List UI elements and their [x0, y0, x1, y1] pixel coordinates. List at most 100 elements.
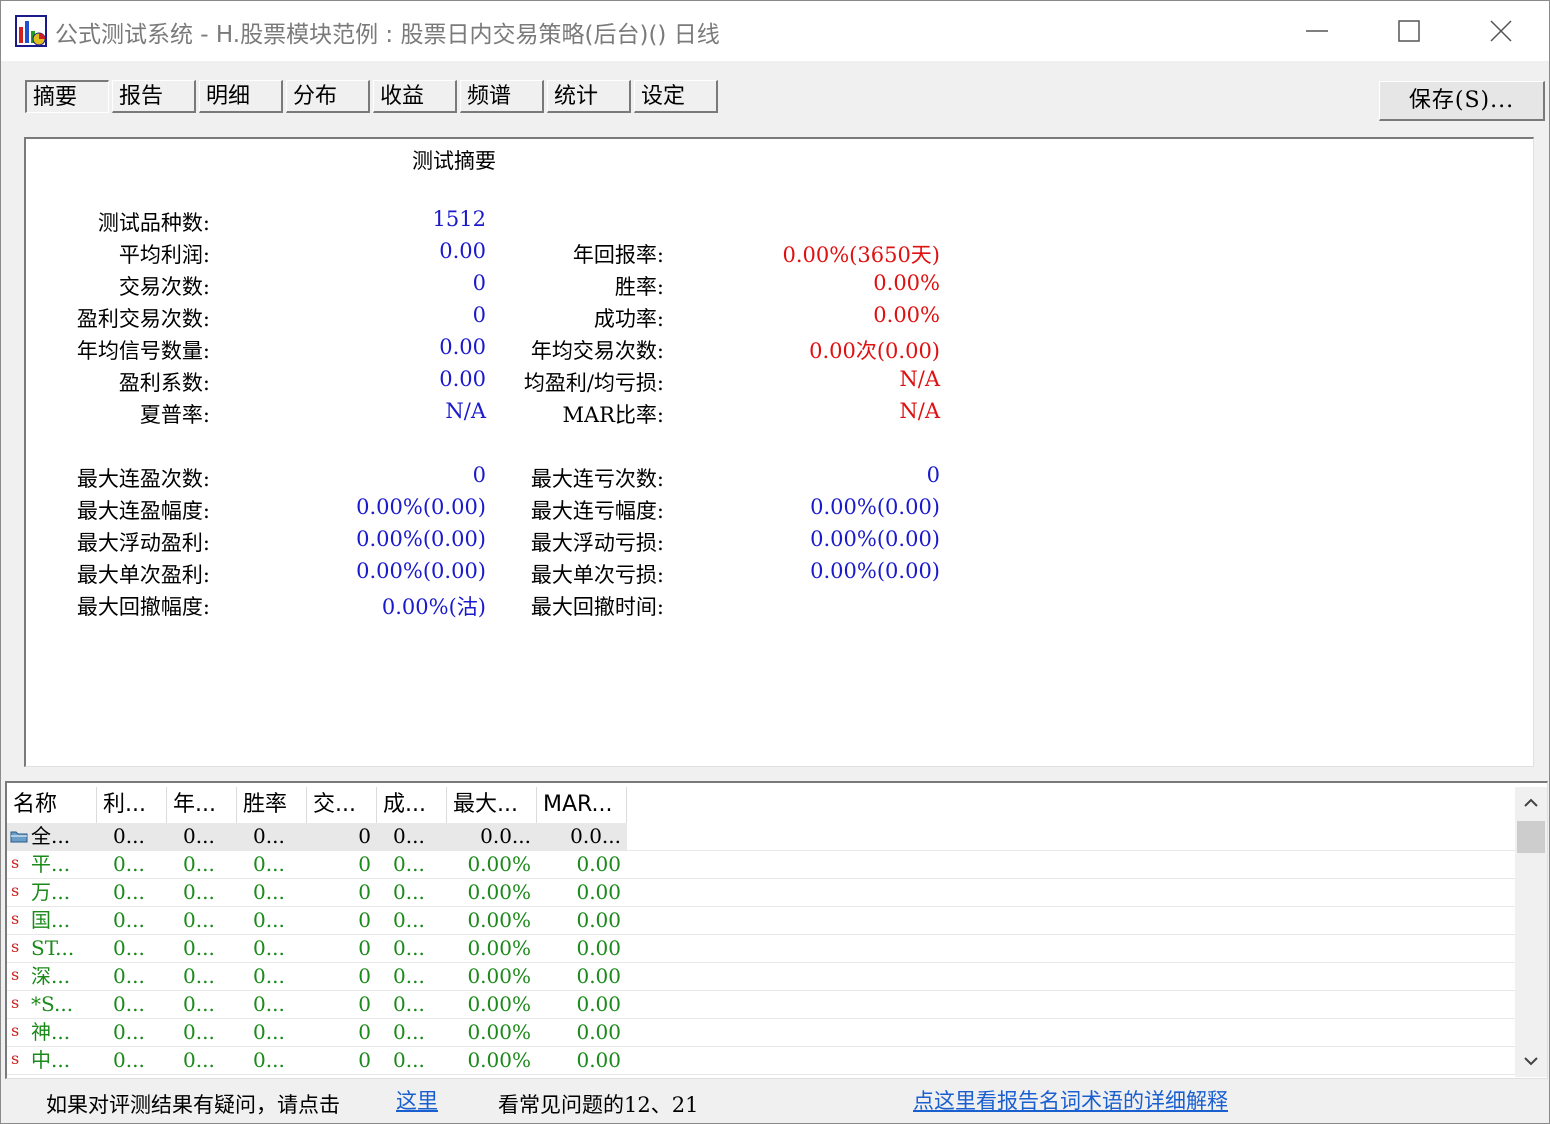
tab-returns[interactable]: 收益: [373, 80, 457, 113]
cell-c7: 0.00: [576, 1020, 621, 1044]
row-cells: s 中... 0... 0... 0... 0 0... 0.00% 0.00: [7, 1047, 627, 1074]
value-max-floating-loss: 0.00%(0.00): [810, 527, 940, 551]
value-max-drawdown: 0.00%(沽): [381, 595, 486, 619]
close-icon: [1490, 20, 1512, 42]
tab-detail[interactable]: 明细: [199, 80, 283, 113]
value-max-win-streak-range: 0.00%(0.00): [356, 495, 486, 519]
cell-c3: 0...: [253, 992, 285, 1016]
cell-c1: 0...: [113, 824, 145, 848]
column-header-mar[interactable]: MAR...: [537, 787, 627, 823]
table-row-total[interactable]: 全... 0... 0... 0... 0 0... 0.0... 0.0...: [7, 823, 1515, 851]
value-max-floating-profit: 0.00%(0.00): [356, 527, 486, 551]
label-sharpe: 夏普率:: [139, 403, 210, 427]
scroll-down-button[interactable]: [1515, 1045, 1547, 1077]
stock-marker-icon: s: [11, 965, 20, 984]
table-row[interactable]: s ST... 0... 0... 0... 0 0... 0.00% 0.00: [7, 935, 1515, 963]
cell-c5: 0...: [393, 1048, 425, 1072]
value-max-single-loss: 0.00%(0.00): [810, 559, 940, 583]
cell-c5: 0...: [393, 824, 425, 848]
cell-name: 国...: [31, 908, 71, 932]
stock-marker-icon: s: [11, 881, 20, 900]
cell-c6: 0.00%: [467, 908, 531, 932]
label-symbol-count: 测试品种数:: [97, 211, 210, 235]
cell-c3: 0...: [253, 908, 285, 932]
value-mar-ratio: N/A: [899, 399, 940, 423]
tab-spectrum[interactable]: 频谱: [460, 80, 544, 113]
value-winning-trades: 0: [472, 303, 486, 327]
cell-c7: 0.00: [576, 1048, 621, 1072]
column-header-win-rate[interactable]: 胜率: [237, 787, 307, 823]
value-sharpe: N/A: [445, 399, 486, 423]
cell-c7: 0.00: [576, 908, 621, 932]
value-max-loss-streak-range: 0.00%(0.00): [810, 495, 940, 519]
save-button[interactable]: 保存(S)...: [1379, 81, 1545, 121]
scroll-thumb[interactable]: [1517, 821, 1545, 853]
summary-heading: 测试摘要: [412, 149, 496, 173]
table-row[interactable]: s 神... 0... 0... 0... 0 0... 0.00% 0.00: [7, 1019, 1515, 1047]
column-header-profit[interactable]: 利...: [97, 787, 167, 823]
window-title: 公式测试系统 - H.股票模块范例 : 股票日内交易策略(后台)() 日线: [55, 22, 720, 48]
value-max-win-streak: 0: [472, 463, 486, 487]
cell-c3: 0...: [253, 936, 285, 960]
footer-faq-text: 看常见问题的12、21: [498, 1093, 699, 1117]
table-row[interactable]: s *S... 0... 0... 0... 0 0... 0.00% 0.00: [7, 991, 1515, 1019]
maximize-button[interactable]: [1363, 1, 1455, 61]
tab-report[interactable]: 报告: [112, 80, 196, 113]
scroll-up-button[interactable]: [1515, 787, 1547, 819]
table-row[interactable]: s 深... 0... 0... 0... 0 0... 0.00% 0.00: [7, 963, 1515, 991]
cell-c2: 0...: [183, 964, 215, 988]
maximize-icon: [1398, 20, 1420, 42]
faq-link[interactable]: 这里: [396, 1085, 438, 1115]
stock-marker-icon: s: [11, 1049, 20, 1068]
cell-c4: 0: [358, 992, 371, 1016]
cell-c3: 0...: [253, 1048, 285, 1072]
cell-c5: 0...: [393, 908, 425, 932]
tab-summary[interactable]: 摘要: [25, 80, 109, 113]
table-header: 名称 利... 年... 胜率 交... 成... 最大... MAR...: [7, 787, 1517, 823]
title-bar[interactable]: 公式测试系统 - H.股票模块范例 : 股票日内交易策略(后台)() 日线: [1, 1, 1549, 61]
cell-c4: 0: [358, 908, 371, 932]
column-header-annual[interactable]: 年...: [167, 787, 237, 823]
minimize-icon: [1306, 30, 1328, 32]
cell-c1: 0...: [113, 1020, 145, 1044]
minimize-button[interactable]: [1271, 1, 1363, 61]
table-row[interactable]: s 万... 0... 0... 0... 0 0... 0.00% 0.00: [7, 879, 1515, 907]
row-cells: 全... 0... 0... 0... 0 0... 0.0... 0.0...: [7, 823, 627, 850]
summary-panel: 测试摘要 测试品种数: 1512 平均利润: 0.00 交易次数: 0 盈利交易…: [24, 137, 1534, 767]
results-table[interactable]: 名称 利... 年... 胜率 交... 成... 最大... MAR... 全…: [5, 781, 1548, 1079]
tab-settings[interactable]: 设定: [634, 80, 718, 113]
stock-marker-icon: s: [11, 993, 20, 1012]
label-max-drawdown: 最大回撤幅度:: [76, 595, 210, 619]
table-row[interactable]: s 国... 0... 0... 0... 0 0... 0.00% 0.00: [7, 907, 1515, 935]
cell-c1: 0...: [113, 908, 145, 932]
tab-statistics[interactable]: 统计: [547, 80, 631, 113]
table-row[interactable]: s 平... 0... 0... 0... 0 0... 0.00% 0.00: [7, 851, 1515, 879]
cell-c4: 0: [358, 824, 371, 848]
cell-c5: 0...: [393, 880, 425, 904]
column-header-trades[interactable]: 交...: [307, 787, 377, 823]
column-header-name[interactable]: 名称: [7, 787, 97, 823]
column-header-max[interactable]: 最大...: [447, 787, 537, 823]
cell-c5: 0...: [393, 964, 425, 988]
glossary-link[interactable]: 点这里看报告名词术语的详细解释: [913, 1085, 1228, 1115]
column-header-success[interactable]: 成...: [377, 787, 447, 823]
chevron-down-icon: [1524, 1057, 1538, 1066]
cell-c4: 0: [358, 1048, 371, 1072]
close-button[interactable]: [1455, 1, 1547, 61]
table-scrollbar[interactable]: [1515, 787, 1547, 1077]
cell-c3: 0...: [253, 1020, 285, 1044]
label-max-win-streak: 最大连盈次数:: [76, 467, 210, 491]
table-row[interactable]: s 中... 0... 0... 0... 0 0... 0.00% 0.00: [7, 1047, 1515, 1075]
label-success-rate: 成功率:: [593, 307, 664, 331]
cell-c5: 0...: [393, 852, 425, 876]
cell-c6: 0.00%: [467, 1048, 531, 1072]
app-chart-icon: [15, 15, 47, 47]
label-max-loss-streak: 最大连亏次数:: [530, 467, 664, 491]
tab-distribution[interactable]: 分布: [286, 80, 370, 113]
cell-c3: 0...: [253, 852, 285, 876]
cell-c7: 0.00: [576, 880, 621, 904]
cell-c7: 0.00: [576, 964, 621, 988]
cell-c2: 0...: [183, 852, 215, 876]
cell-c5: 0...: [393, 992, 425, 1016]
cell-c2: 0...: [183, 1048, 215, 1072]
